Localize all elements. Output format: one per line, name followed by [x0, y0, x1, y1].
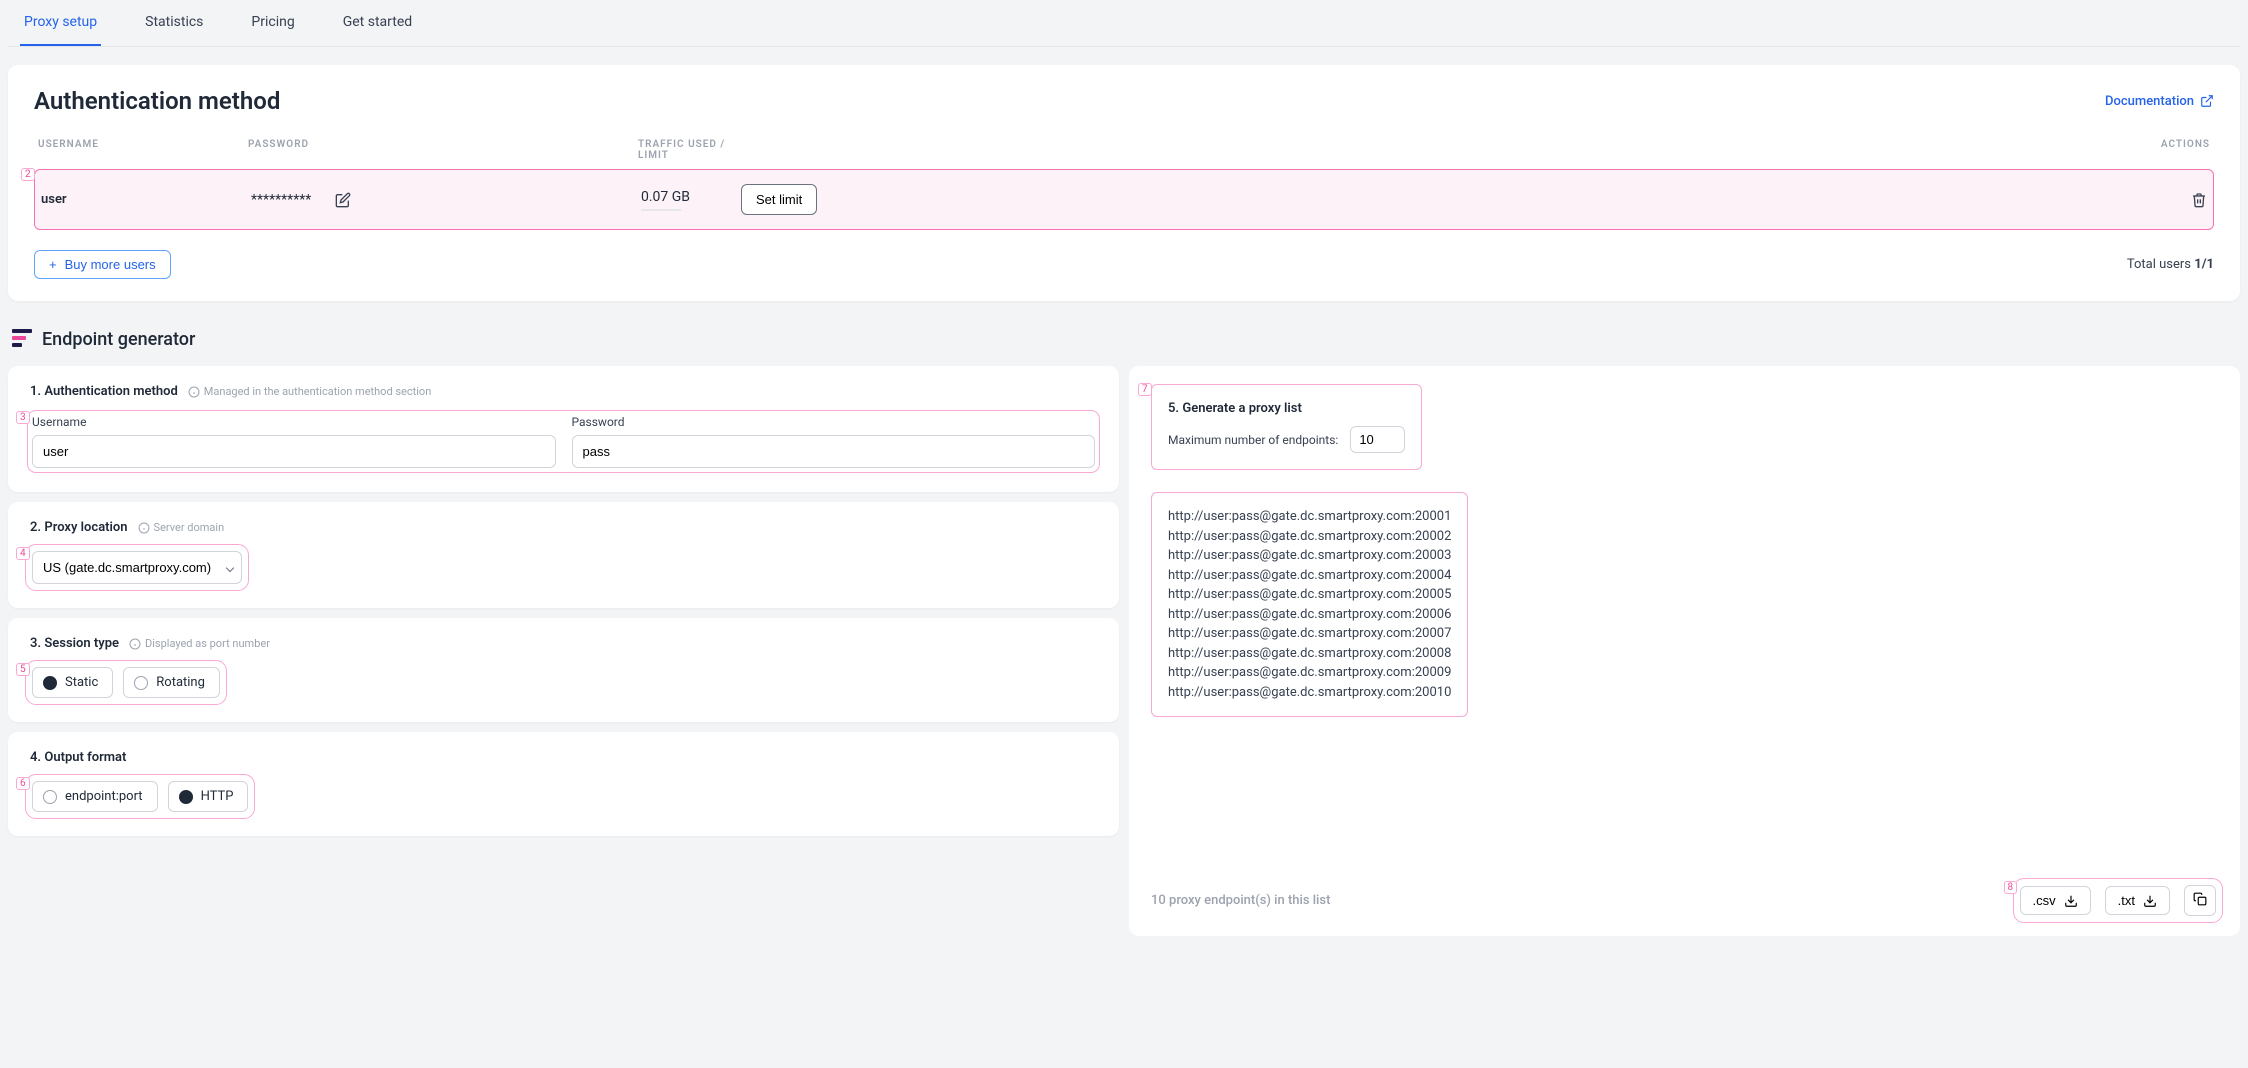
step5-card: 7 5. Generate a proxy list Maximum numbe… — [1129, 366, 2240, 936]
proxy-endpoint: http://user:pass@gate.dc.smartproxy.com:… — [1168, 546, 1451, 566]
authentication-card: Authentication method Documentation USER… — [8, 65, 2240, 301]
tab-get-started[interactable]: Get started — [339, 0, 416, 46]
info-icon — [129, 638, 141, 650]
proxy-endpoint: http://user:pass@gate.dc.smartproxy.com:… — [1168, 605, 1451, 625]
trash-icon[interactable] — [2191, 192, 2207, 208]
annotation-4: 4 — [16, 547, 30, 560]
max-endpoints-label: Maximum number of endpoints: — [1168, 433, 1338, 447]
proxy-list: http://user:pass@gate.dc.smartproxy.com:… — [1151, 492, 1468, 717]
set-limit-button[interactable]: Set limit — [741, 184, 817, 215]
proxy-endpoint: http://user:pass@gate.dc.smartproxy.com:… — [1168, 566, 1451, 586]
step2-hint: Server domain — [138, 521, 225, 534]
proxy-endpoint: http://user:pass@gate.dc.smartproxy.com:… — [1168, 683, 1451, 703]
username-input[interactable] — [32, 435, 556, 468]
buy-more-users-button[interactable]: + Buy more users — [34, 250, 171, 279]
top-tabs: Proxy setup Statistics Pricing Get start… — [8, 0, 2240, 47]
step1-card: 1. Authentication method Managed in the … — [8, 366, 1119, 492]
th-password: PASSWORD — [248, 139, 638, 161]
step3-hint: Displayed as port number — [129, 637, 270, 650]
radio-icon — [43, 790, 57, 804]
format-http-option[interactable]: HTTP — [168, 781, 249, 812]
tab-statistics[interactable]: Statistics — [141, 0, 207, 46]
endpoint-section-title: Endpoint generator — [42, 329, 195, 350]
auth-title: Authentication method — [34, 87, 280, 115]
download-icon — [2143, 894, 2157, 908]
format-endpoint-option[interactable]: endpoint:port — [32, 781, 158, 812]
password-masked: ********** — [251, 192, 311, 208]
session-rotating-option[interactable]: Rotating — [123, 667, 220, 698]
external-link-icon — [2200, 94, 2214, 108]
endpoint-section-header: Endpoint generator — [12, 329, 2240, 350]
max-endpoints-input[interactable] — [1350, 426, 1405, 453]
documentation-link[interactable]: Documentation — [2105, 94, 2214, 109]
proxy-endpoint: http://user:pass@gate.dc.smartproxy.com:… — [1168, 644, 1451, 664]
annotation-6: 6 — [16, 777, 30, 790]
documentation-link-label: Documentation — [2105, 94, 2194, 109]
username-label: Username — [32, 415, 556, 429]
annotation-5: 5 — [16, 663, 30, 676]
info-icon — [188, 386, 200, 398]
cell-password: ********** — [251, 192, 641, 208]
password-input[interactable] — [572, 435, 1096, 468]
cell-username: user — [41, 192, 251, 207]
proxy-endpoint: http://user:pass@gate.dc.smartproxy.com:… — [1168, 663, 1451, 683]
copy-button[interactable] — [2184, 885, 2216, 916]
copy-icon — [2193, 892, 2207, 906]
info-icon — [138, 522, 150, 534]
session-static-option[interactable]: Static — [32, 667, 113, 698]
annotation-7: 7 — [1138, 383, 1152, 396]
export-controls: 8 .csv .txt — [2018, 883, 2218, 918]
proxy-location-value: US (gate.dc.smartproxy.com) — [43, 560, 211, 575]
download-icon — [2064, 894, 2078, 908]
user-row: 2 user ********** 0.07 GB Set limit — [34, 169, 2214, 230]
tab-proxy-setup[interactable]: Proxy setup — [20, 0, 101, 46]
chevron-down-icon — [226, 563, 234, 571]
traffic-value: 0.07 GB — [641, 189, 741, 205]
radio-icon — [43, 676, 57, 690]
step1-title: 1. Authentication method — [30, 384, 178, 399]
buy-more-users-label: Buy more users — [65, 257, 156, 272]
step2-card: 2. Proxy location Server domain 4 US (ga… — [8, 502, 1119, 608]
annotation-3: 3 — [16, 411, 30, 424]
proxy-endpoint: http://user:pass@gate.dc.smartproxy.com:… — [1168, 507, 1451, 527]
radio-icon — [134, 676, 148, 690]
auth-table-header: USERNAME PASSWORD TRAFFIC USED / LIMIT A… — [34, 139, 2214, 169]
radio-icon — [179, 790, 193, 804]
plus-icon: + — [49, 257, 57, 272]
step4-title: 4. Output format — [30, 750, 126, 765]
tab-pricing[interactable]: Pricing — [247, 0, 298, 46]
step2-title: 2. Proxy location — [30, 520, 128, 535]
total-users: Total users 1/1 — [2127, 257, 2214, 272]
th-traffic: TRAFFIC USED / LIMIT — [638, 139, 738, 161]
endpoint-icon — [12, 329, 32, 350]
edit-icon[interactable] — [335, 192, 351, 208]
download-csv-button[interactable]: .csv — [2020, 886, 2091, 915]
proxy-location-select[interactable]: US (gate.dc.smartproxy.com) — [32, 551, 242, 584]
step5-title: 5. Generate a proxy list — [1168, 401, 1302, 416]
th-username: USERNAME — [38, 139, 248, 161]
step3-title: 3. Session type — [30, 636, 119, 651]
annotation-8: 8 — [2004, 881, 2018, 894]
download-txt-button[interactable]: .txt — [2105, 886, 2170, 915]
generate-top: 7 5. Generate a proxy list Maximum numbe… — [1151, 384, 1422, 470]
step3-card: 3. Session type Displayed as port number… — [8, 618, 1119, 722]
step4-card: 4. Output format 6 endpoint:port HTTP — [8, 732, 1119, 836]
cell-traffic: 0.07 GB — [641, 189, 741, 211]
proxy-endpoint: http://user:pass@gate.dc.smartproxy.com:… — [1168, 527, 1451, 547]
step1-hint: Managed in the authentication method sec… — [188, 385, 432, 398]
traffic-bar — [641, 209, 681, 211]
th-actions: ACTIONS — [2130, 139, 2210, 161]
proxy-endpoint: http://user:pass@gate.dc.smartproxy.com:… — [1168, 624, 1451, 644]
password-label: Password — [572, 415, 1096, 429]
proxy-endpoint: http://user:pass@gate.dc.smartproxy.com:… — [1168, 585, 1451, 605]
annotation-2: 2 — [21, 168, 35, 181]
proxy-list-count: 10 proxy endpoint(s) in this list — [1151, 893, 1330, 908]
